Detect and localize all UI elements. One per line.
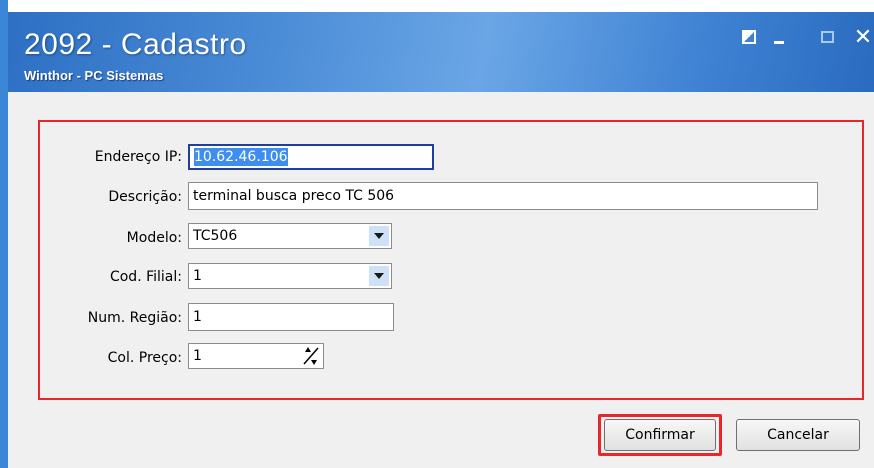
preco-stepper-value: 1 bbox=[193, 348, 202, 364]
restore-icon[interactable] bbox=[738, 26, 760, 48]
title-bar[interactable]: 2092 - Cadastro Winthor - PC Sistemas ✕ bbox=[8, 0, 874, 92]
preco-stepper[interactable]: 1 bbox=[188, 343, 324, 369]
window-subtitle: Winthor - PC Sistemas bbox=[24, 68, 164, 83]
chevron-down-icon[interactable] bbox=[369, 226, 389, 246]
filial-select-value: 1 bbox=[193, 268, 202, 284]
ip-input-value: 10.62.46.106 bbox=[194, 148, 288, 166]
ip-input[interactable]: 10.62.46.106 bbox=[188, 144, 434, 170]
dialog-body: Endereço IP: 10.62.46.106 Descrição: ter… bbox=[8, 92, 874, 468]
chevron-down-icon[interactable] bbox=[369, 266, 389, 286]
modelo-select-value: TC506 bbox=[193, 228, 238, 244]
filial-select[interactable]: 1 bbox=[188, 263, 392, 289]
preco-label: Col. Preço: bbox=[107, 350, 182, 366]
maximize-icon[interactable] bbox=[816, 26, 838, 48]
filial-label: Cod. Filial: bbox=[109, 269, 182, 285]
minimize-icon[interactable] bbox=[768, 26, 790, 48]
regiao-label: Num. Região: bbox=[87, 310, 182, 326]
ip-label: Endereço IP: bbox=[94, 149, 182, 165]
descricao-input[interactable]: terminal busca preco TC 506 bbox=[188, 182, 818, 210]
regiao-input[interactable]: 1 bbox=[188, 303, 394, 331]
modelo-label: Modelo: bbox=[126, 230, 182, 246]
window-title: 2092 - Cadastro bbox=[24, 28, 247, 61]
cancel-button[interactable]: Cancelar bbox=[736, 419, 860, 451]
modelo-select[interactable]: TC506 bbox=[188, 223, 392, 249]
descricao-label: Descrição: bbox=[108, 189, 182, 205]
confirm-button[interactable]: Confirmar bbox=[604, 419, 716, 451]
close-icon[interactable]: ✕ bbox=[852, 25, 874, 50]
spinner-arrows-icon[interactable] bbox=[301, 344, 321, 368]
